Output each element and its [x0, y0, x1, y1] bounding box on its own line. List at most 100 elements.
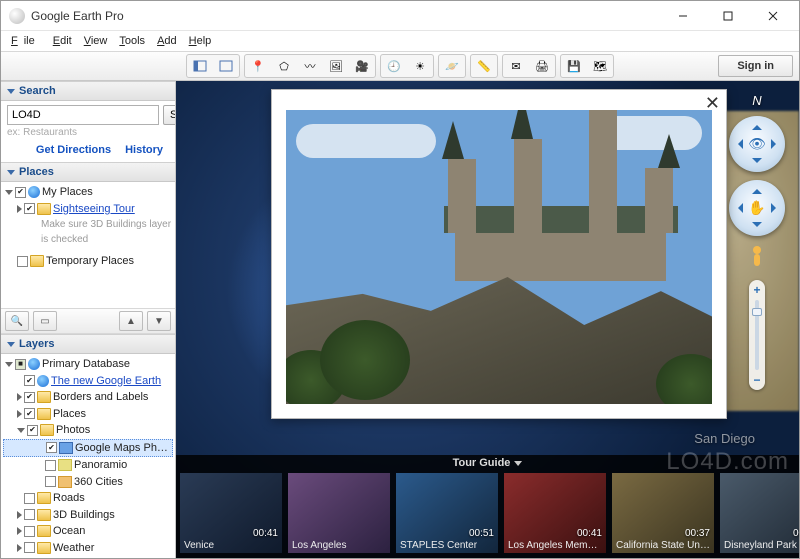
places-panel-button[interactable]: ▭: [33, 311, 57, 331]
checkbox-icon[interactable]: [45, 460, 56, 471]
layer-360-cities[interactable]: 360 Cities: [3, 474, 173, 491]
tour-label: STAPLES Center: [400, 540, 494, 551]
zoom-thumb[interactable]: [752, 308, 762, 316]
places-header-label: Places: [19, 166, 54, 178]
zoom-out-button[interactable]: −: [753, 372, 760, 388]
menu-help[interactable]: Help: [183, 34, 218, 48]
layer-google-maps-photos[interactable]: ✔ Google Maps Ph…: [3, 439, 173, 458]
tour-label: Los Angeles Memori…: [508, 540, 602, 551]
get-directions-link[interactable]: Get Directions: [36, 144, 111, 156]
layer-label: The new Google Earth: [51, 373, 161, 390]
toggle-sidebar-button[interactable]: [188, 56, 212, 76]
tour-thumb-venice[interactable]: 00:41 Venice: [180, 473, 282, 553]
menubar: File Edit View Tools Add Help: [1, 31, 799, 51]
layer-label: 360 Cities: [74, 474, 123, 491]
layer-borders-labels[interactable]: ✔ Borders and Labels: [3, 389, 173, 406]
look-down-icon: [752, 158, 762, 168]
places-my-places[interactable]: ✔ My Places: [3, 184, 173, 201]
planet-button[interactable]: 🪐: [440, 56, 464, 76]
checkbox-icon[interactable]: ✔: [24, 392, 35, 403]
search-panel-header[interactable]: Search: [1, 81, 175, 101]
checkbox-icon[interactable]: [24, 542, 35, 553]
print-button[interactable]: 🖨: [530, 56, 554, 76]
window-buttons: [660, 2, 795, 30]
move-ring[interactable]: ✋: [729, 180, 785, 236]
save-image-button[interactable]: 💾: [562, 56, 586, 76]
search-button[interactable]: Search: [163, 105, 176, 125]
sign-in-button[interactable]: Sign in: [718, 55, 793, 77]
tour-guide-header[interactable]: Tour Guide: [453, 457, 523, 469]
tour-thumb-coliseum[interactable]: 00:41 Los Angeles Memori…: [504, 473, 606, 553]
layers-primary[interactable]: ■ Primary Database: [3, 356, 173, 373]
places-temporary[interactable]: Temporary Places: [3, 253, 173, 270]
places-panel-header[interactable]: Places: [1, 162, 175, 182]
menu-file[interactable]: File: [5, 34, 47, 48]
layers-panel-header[interactable]: Layers: [1, 334, 175, 354]
tour-thumb-csu[interactable]: 00:37 California State Uni…: [612, 473, 714, 553]
checkbox-half-icon[interactable]: ■: [15, 359, 26, 370]
add-path-button[interactable]: 〰: [298, 56, 322, 76]
look-ring[interactable]: 👁: [729, 116, 785, 172]
maximize-button[interactable]: [705, 2, 750, 30]
record-tour-button[interactable]: 🎥: [350, 56, 374, 76]
checkbox-icon[interactable]: ✔: [24, 203, 35, 214]
add-image-overlay-button[interactable]: 🖼: [324, 56, 348, 76]
move-up-button[interactable]: ▲: [119, 311, 143, 331]
search-input[interactable]: [7, 105, 159, 125]
layer-panoramio[interactable]: Panoramio: [3, 457, 173, 474]
checkbox-icon[interactable]: ✔: [24, 375, 35, 386]
fullscreen-button[interactable]: [214, 56, 238, 76]
close-button[interactable]: [750, 2, 795, 30]
layer-3d-buildings[interactable]: 3D Buildings: [3, 507, 173, 524]
tour-thumbnails[interactable]: 00:41 Venice Los Angeles 00:51 STAPLES C…: [180, 473, 799, 554]
checkbox-icon[interactable]: ✔: [15, 187, 26, 198]
sunlight-button[interactable]: ☀: [408, 56, 432, 76]
layers-tree: ■ Primary Database ✔ The new Google Eart…: [1, 354, 175, 558]
checkbox-icon[interactable]: [17, 256, 28, 267]
ruler-button[interactable]: 📏: [472, 56, 496, 76]
layer-roads[interactable]: Roads: [3, 490, 173, 507]
add-placemark-button[interactable]: 📍: [246, 56, 270, 76]
layer-new-google-earth[interactable]: ✔ The new Google Earth: [3, 373, 173, 390]
primary-label: Primary Database: [42, 356, 130, 373]
search-places-button[interactable]: 🔍: [5, 311, 29, 331]
checkbox-icon[interactable]: [24, 509, 35, 520]
toolbar-group-time: 🕘 ☀: [380, 54, 434, 78]
zoom-slider[interactable]: + −: [749, 280, 765, 390]
menu-view[interactable]: View: [78, 34, 114, 48]
pan-right-icon: [771, 203, 781, 213]
history-link[interactable]: History: [125, 144, 163, 156]
menu-tools[interactable]: Tools: [113, 34, 151, 48]
checkbox-icon[interactable]: ✔: [27, 425, 38, 436]
add-polygon-button[interactable]: ⬠: [272, 56, 296, 76]
map-viewport[interactable]: San Diego N 👁 ✋ + −: [176, 81, 799, 558]
menu-edit[interactable]: Edit: [47, 34, 78, 48]
layer-places[interactable]: ✔ Places: [3, 406, 173, 423]
zoom-track[interactable]: [755, 300, 759, 370]
history-imagery-button[interactable]: 🕘: [382, 56, 406, 76]
watermark: LO4D.com: [666, 448, 789, 476]
tour-thumb-disneyland[interactable]: 00:39 Disneyland Park: [720, 473, 799, 553]
layer-photos[interactable]: ✔ Photos: [3, 422, 173, 439]
tour-thumb-los-angeles[interactable]: Los Angeles: [288, 473, 390, 553]
zoom-in-button[interactable]: +: [753, 282, 760, 298]
balloon-photo[interactable]: [286, 110, 712, 404]
checkbox-icon[interactable]: [45, 476, 56, 487]
email-button[interactable]: ✉: [504, 56, 528, 76]
toolbar-group-tools: 📏: [470, 54, 498, 78]
move-down-button[interactable]: ▼: [147, 311, 171, 331]
checkbox-icon[interactable]: ✔: [46, 442, 57, 453]
tour-thumb-staples[interactable]: 00:51 STAPLES Center: [396, 473, 498, 553]
checkbox-icon[interactable]: ✔: [24, 408, 35, 419]
checkbox-icon[interactable]: [24, 493, 35, 504]
checkbox-icon[interactable]: [24, 526, 35, 537]
app-icon: [9, 8, 25, 24]
pegman-icon[interactable]: [747, 244, 767, 272]
sightseeing-label: Sightseeing Tour: [53, 201, 135, 218]
view-in-maps-button[interactable]: 🗺: [588, 56, 612, 76]
menu-add[interactable]: Add: [151, 34, 183, 48]
minimize-button[interactable]: [660, 2, 705, 30]
layer-ocean[interactable]: Ocean: [3, 523, 173, 540]
places-sightseeing[interactable]: ✔ Sightseeing Tour: [3, 201, 173, 218]
layer-weather[interactable]: Weather: [3, 540, 173, 557]
